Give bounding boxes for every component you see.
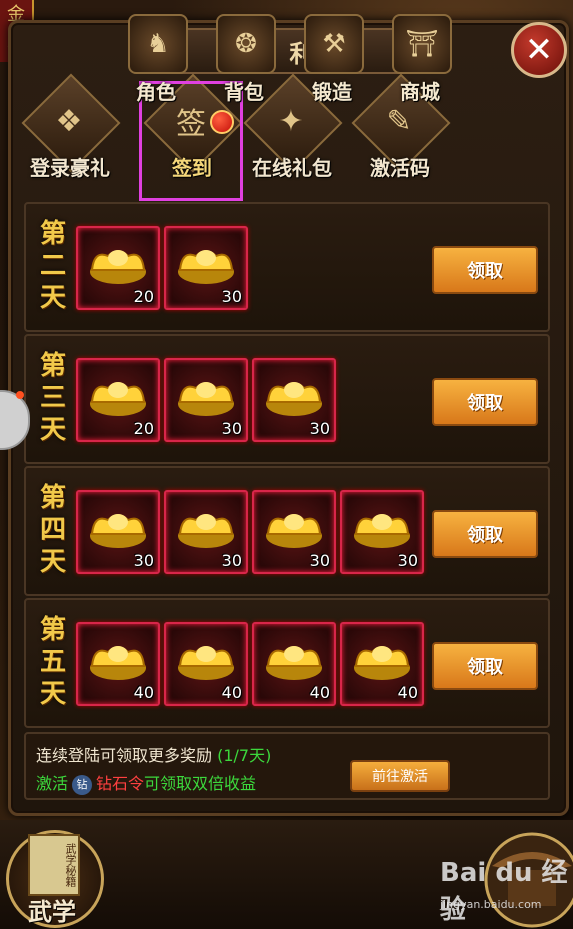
close-button[interactable]: ✕ <box>511 22 567 78</box>
gold-ingot-icon <box>266 382 322 416</box>
tab-label: 登录豪礼 <box>30 156 110 180</box>
nav-character[interactable]: ♞ 角色 <box>118 10 194 106</box>
item-count: 40 <box>309 683 330 702</box>
claim-button[interactable]: 领取 <box>432 642 538 690</box>
nav-label: 锻造 <box>312 80 352 104</box>
gift-chest-icon: ❖ <box>55 103 83 139</box>
day-label: 第四天 <box>39 483 66 577</box>
reward-item-slot[interactable]: 30 <box>164 226 248 310</box>
reward-item-slot[interactable]: 30 <box>76 490 160 574</box>
tab-label: 激活码 <box>370 156 430 180</box>
character-icon: ♞ <box>128 14 188 74</box>
gold-ingot-icon <box>178 646 234 680</box>
martial-arts-book-icon: 武学秘籍 <box>28 834 80 896</box>
streak-hint: 连续登陆可领取更多奖励 (1/7天) <box>36 746 272 765</box>
shop-icon: ⛩ <box>392 14 452 74</box>
gold-ingot-icon <box>266 646 322 680</box>
streak-progress: (1/7天) <box>217 746 272 765</box>
item-count: 40 <box>221 683 242 702</box>
reward-item-slot[interactable]: 30 <box>340 490 424 574</box>
claim-button[interactable]: 领取 <box>432 246 538 294</box>
bag-icon: ❂ <box>216 14 276 74</box>
item-count: 20 <box>133 287 154 306</box>
reward-item-slot[interactable]: 30 <box>164 358 248 442</box>
activation-info-box: 连续登陆可领取更多奖励 (1/7天) 激活钻钻石令可领取双倍收益 前往激活 <box>24 732 550 800</box>
day-label: 第三天 <box>39 351 66 445</box>
reward-row: 第二天 20 30 领取 <box>24 202 550 332</box>
assistant-notification-dot <box>16 391 24 399</box>
reward-row: 第四天 30 30 30 30 领取 <box>24 466 550 596</box>
gold-ingot-icon <box>90 382 146 416</box>
nav-forge[interactable]: ⚒ 锻造 <box>294 10 370 106</box>
gold-ingot-icon <box>354 646 410 680</box>
double-benefit-hint: 激活钻钻石令可领取双倍收益 <box>36 774 257 795</box>
day-label: 第二天 <box>39 219 66 313</box>
claim-button[interactable]: 领取 <box>432 378 538 426</box>
tab-login-gift[interactable]: ❖ 登录豪礼 <box>20 73 121 190</box>
item-count: 40 <box>397 683 418 702</box>
tab-label: 在线礼包 <box>252 156 332 180</box>
close-icon: ✕ <box>524 30 554 70</box>
item-count: 30 <box>133 551 154 570</box>
item-count: 30 <box>221 551 242 570</box>
nav-label: 武学 <box>28 898 76 926</box>
item-count: 20 <box>133 419 154 438</box>
reward-row: 第三天 20 30 30 领取 <box>24 334 550 464</box>
reward-item-slot[interactable]: 30 <box>252 358 336 442</box>
diamond-token-icon: 钻 <box>72 774 93 795</box>
gold-ingot-icon <box>354 514 410 548</box>
gold-ingot-icon <box>178 250 234 284</box>
reward-row: 第五天 40 40 40 40 领取 <box>24 598 550 728</box>
panel-title: 福利 <box>165 28 414 74</box>
item-count: 30 <box>397 551 418 570</box>
gold-ingot-icon <box>178 514 234 548</box>
nav-label: 背包 <box>224 80 264 104</box>
item-count: 30 <box>221 419 242 438</box>
go-activate-button[interactable]: 前往激活 <box>350 760 450 792</box>
claim-button[interactable]: 领取 <box>432 510 538 558</box>
reward-item-slot[interactable]: 30 <box>164 490 248 574</box>
item-count: 40 <box>133 683 154 702</box>
reward-item-slot[interactable]: 40 <box>340 622 424 706</box>
gold-ingot-icon <box>90 646 146 680</box>
nav-label: 角色 <box>136 80 176 104</box>
gold-ingot-icon <box>90 514 146 548</box>
watermark-url: jingyan.baidu.com <box>440 898 542 911</box>
item-count: 30 <box>309 551 330 570</box>
nav-label: 商城 <box>400 80 440 104</box>
reward-item-slot[interactable]: 20 <box>76 358 160 442</box>
reward-item-slot[interactable]: 30 <box>252 490 336 574</box>
nav-shop[interactable]: ⛩ 商城 <box>382 10 458 106</box>
day-label: 第五天 <box>39 615 66 709</box>
watermark-brand: Bai du 经验 <box>440 858 568 925</box>
tab-bar: ❖ 登录豪礼 签 签到 ✦ 在线礼包 ✎ 激活码 <box>20 73 550 190</box>
reward-item-slot[interactable]: 40 <box>76 622 160 706</box>
item-count: 30 <box>221 287 242 306</box>
gold-ingot-icon <box>90 250 146 284</box>
item-count: 30 <box>309 419 330 438</box>
gold-ingot-icon <box>266 514 322 548</box>
reward-item-slot[interactable]: 40 <box>252 622 336 706</box>
reward-item-slot[interactable]: 40 <box>164 622 248 706</box>
gold-ingot-icon <box>178 382 234 416</box>
nav-martial-arts[interactable]: 武学秘籍 武学 <box>0 820 104 929</box>
nav-bag[interactable]: ❂ 背包 <box>206 10 282 106</box>
forge-icon: ⚒ <box>304 14 364 74</box>
reward-item-slot[interactable]: 20 <box>76 226 160 310</box>
